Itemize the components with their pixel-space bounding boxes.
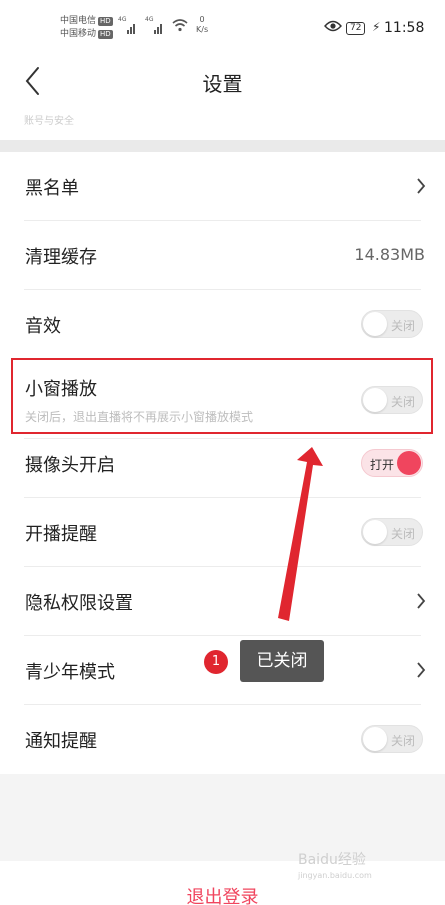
step-badge: 1 (204, 650, 228, 674)
annotation-tooltip: 已关闭 (240, 640, 324, 682)
watermark-main: Baidu经验 (298, 852, 366, 868)
annotation-arrow-icon (278, 447, 323, 621)
watermark: Baidu经验 jingyan.baidu.com (298, 852, 372, 884)
watermark-sub: jingyan.baidu.com (298, 871, 372, 880)
